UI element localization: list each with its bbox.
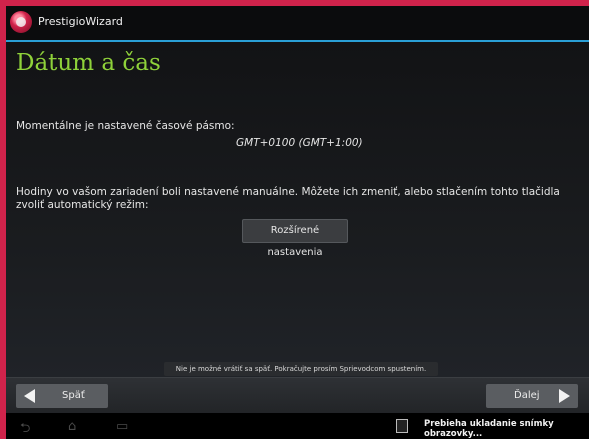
page-title: Dátum a čas	[16, 50, 161, 76]
next-button-label: Ďalej	[514, 390, 540, 401]
back-nav-icon[interactable]: ⮌	[20, 419, 30, 439]
app-logo-icon	[10, 11, 32, 33]
action-bar: PrestigioWizard	[6, 6, 589, 42]
wizard-navigation-bar: Späť Ďalej	[6, 377, 589, 414]
main-content: Dátum a čas Momentálne je nastavené časo…	[6, 42, 589, 377]
back-button-label: Späť	[62, 390, 85, 401]
device-screen: PrestigioWizard Dátum a čas Momentálne j…	[6, 6, 589, 439]
recent-apps-icon[interactable]: ▭	[116, 419, 128, 434]
next-button[interactable]: Ďalej	[486, 384, 578, 408]
arrow-left-icon	[24, 389, 35, 403]
notification-text: Prebieha ukladanie snímky obrazovky...	[424, 419, 554, 439]
timezone-label: Momentálne je nastavené časové pásmo:	[16, 120, 235, 132]
toast-message: Nie je možné vrátiť sa späť. Pokračujte …	[164, 362, 438, 376]
app-title: PrestigioWizard	[38, 15, 123, 28]
advanced-settings-button[interactable]: Rozšírené nastavenia	[242, 219, 348, 258]
back-button[interactable]: Späť	[16, 384, 108, 408]
manual-time-text: Hodiny vo vašom zariadení boli nastavené…	[16, 186, 560, 211]
timezone-value: GMT+0100 (GMT+1:00)	[236, 137, 363, 149]
screenshot-icon	[396, 419, 408, 433]
arrow-right-icon	[559, 389, 570, 403]
system-bar: ⮌ ⌂ ▭ Prebieha ukladanie snímky obrazovk…	[6, 413, 589, 439]
home-nav-icon[interactable]: ⌂	[68, 419, 76, 434]
